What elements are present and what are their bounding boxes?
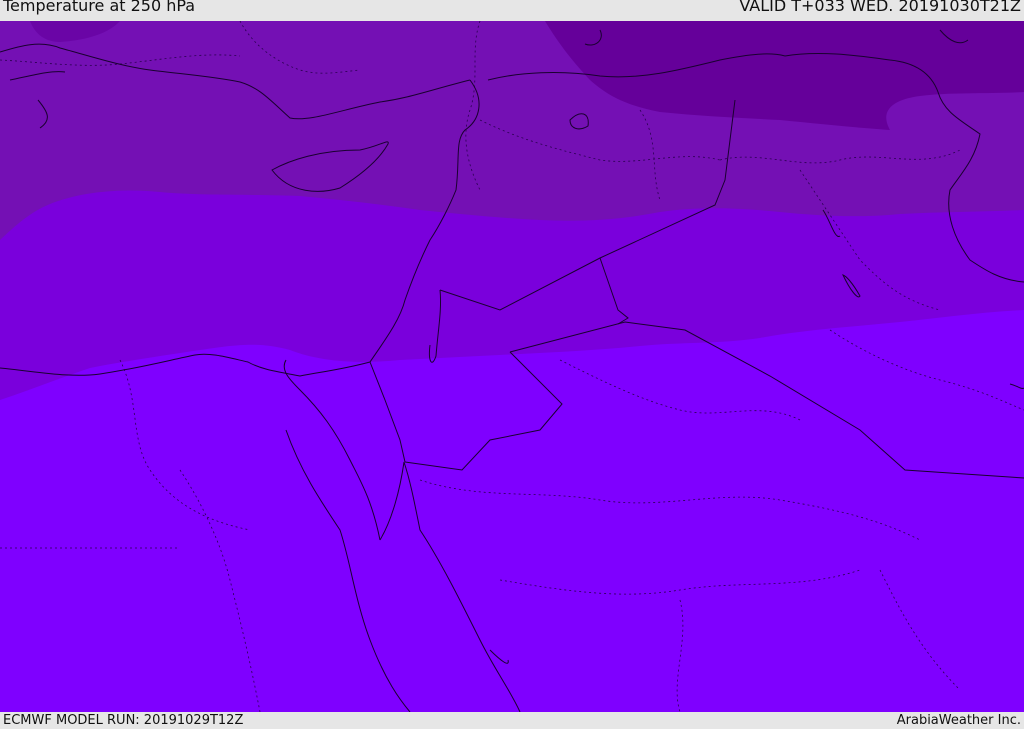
map-title: Temperature at 250 hPa	[3, 0, 196, 15]
map-figure: Temperature at 250 hPa VALID T+033 WED. …	[0, 0, 1024, 729]
map-canvas	[0, 21, 1024, 712]
credit-label: ArabiaWeather Inc.	[896, 713, 1021, 728]
map-area	[0, 21, 1024, 712]
model-run-label: ECMWF MODEL RUN: 20191029T12Z	[3, 713, 244, 728]
header-bar: Temperature at 250 hPa VALID T+033 WED. …	[0, 0, 1024, 21]
valid-time-label: VALID T+033 WED. 20191030T21Z	[739, 0, 1021, 15]
footer-bar: ECMWF MODEL RUN: 20191029T12Z ArabiaWeat…	[0, 712, 1024, 729]
